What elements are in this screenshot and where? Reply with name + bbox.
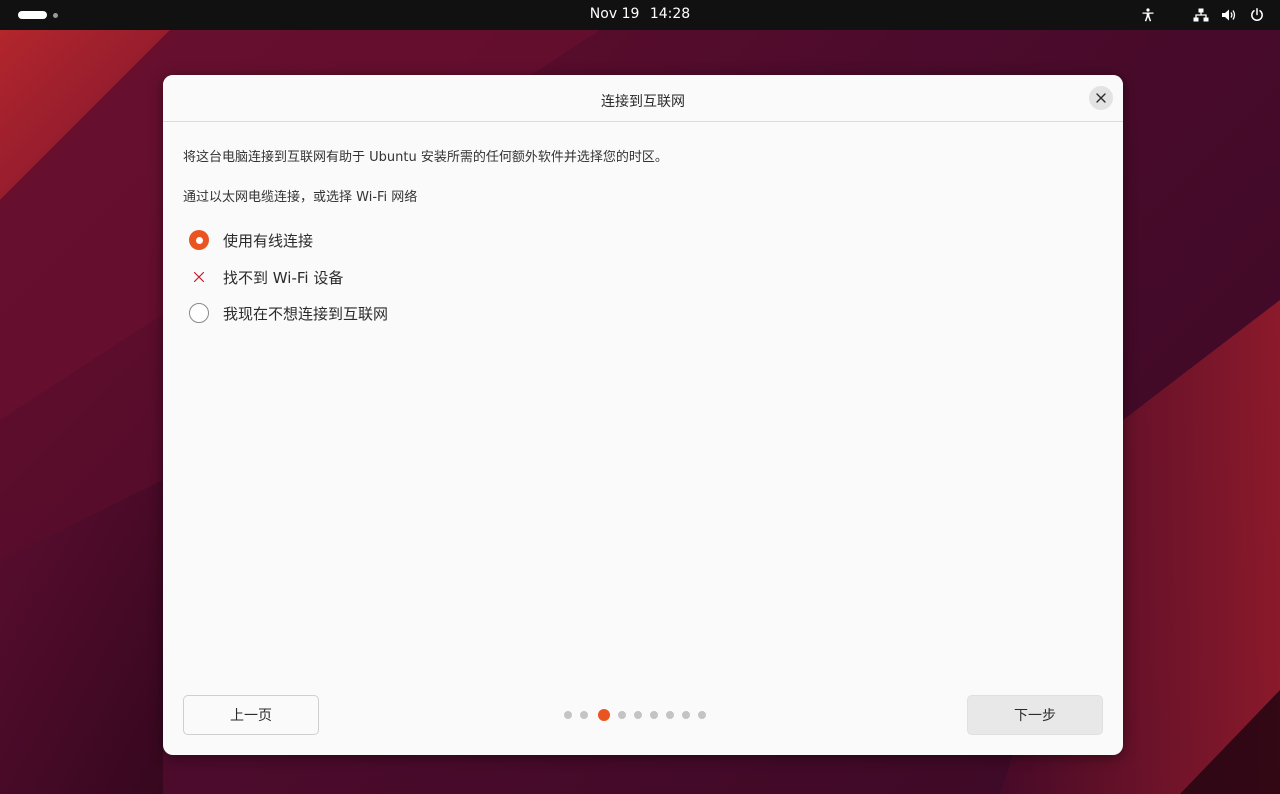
step-dot [698, 711, 706, 719]
back-button[interactable]: 上一页 [183, 695, 319, 735]
top-bar: Nov 19 14:28 [0, 0, 1280, 30]
close-button[interactable] [1089, 86, 1113, 110]
network-icon[interactable] [1192, 6, 1210, 24]
dialog-header: 连接到互联网 [163, 75, 1123, 122]
step-dot-current [598, 709, 610, 721]
option-wired-connection[interactable]: 使用有线连接 [188, 228, 313, 252]
radio-checked-icon[interactable] [189, 230, 209, 250]
option-wifi-unavailable: 找不到 Wi-Fi 设备 [188, 265, 343, 289]
option-no-connection-label: 我现在不想连接到互联网 [223, 304, 389, 323]
accessibility-icon[interactable] [1139, 6, 1157, 24]
radio-wrapper [188, 302, 210, 324]
next-button[interactable]: 下一步 [967, 695, 1103, 735]
step-dot [650, 711, 658, 719]
system-tray[interactable] [1139, 6, 1266, 24]
power-icon[interactable] [1248, 6, 1266, 24]
clock-time: 14:28 [649, 6, 691, 22]
step-dot [564, 711, 572, 719]
installer-dialog: 连接到互联网 将这台电脑连接到互联网有助于 Ubuntu 安装所需的任何额外软件… [163, 75, 1123, 755]
step-dot [682, 711, 690, 719]
volume-icon[interactable] [1220, 6, 1238, 24]
description-text: 将这台电脑连接到互联网有助于 Ubuntu 安装所需的任何额外软件并选择您的时区… [183, 150, 668, 165]
option-wifi-label: 找不到 Wi-Fi 设备 [223, 268, 344, 287]
radio-unchecked-icon[interactable] [189, 303, 209, 323]
step-dot [618, 711, 626, 719]
option-wired-label: 使用有线连接 [223, 231, 314, 250]
option-no-connection[interactable]: 我现在不想连接到互联网 [188, 301, 388, 325]
step-dot [580, 711, 588, 719]
step-dot [634, 711, 642, 719]
clock[interactable]: Nov 19 14:28 [0, 6, 1280, 22]
clock-date: Nov 19 [589, 6, 640, 22]
step-indicator [564, 708, 714, 722]
radio-wrapper [188, 229, 210, 251]
connection-instructions: 通过以太网电缆连接，或选择 Wi-Fi 网络 [183, 190, 418, 205]
error-x-icon [193, 271, 205, 283]
error-mark-wrapper [188, 266, 210, 288]
dialog-title: 连接到互联网 [601, 94, 685, 110]
close-icon [1096, 93, 1106, 103]
step-dot [666, 711, 674, 719]
